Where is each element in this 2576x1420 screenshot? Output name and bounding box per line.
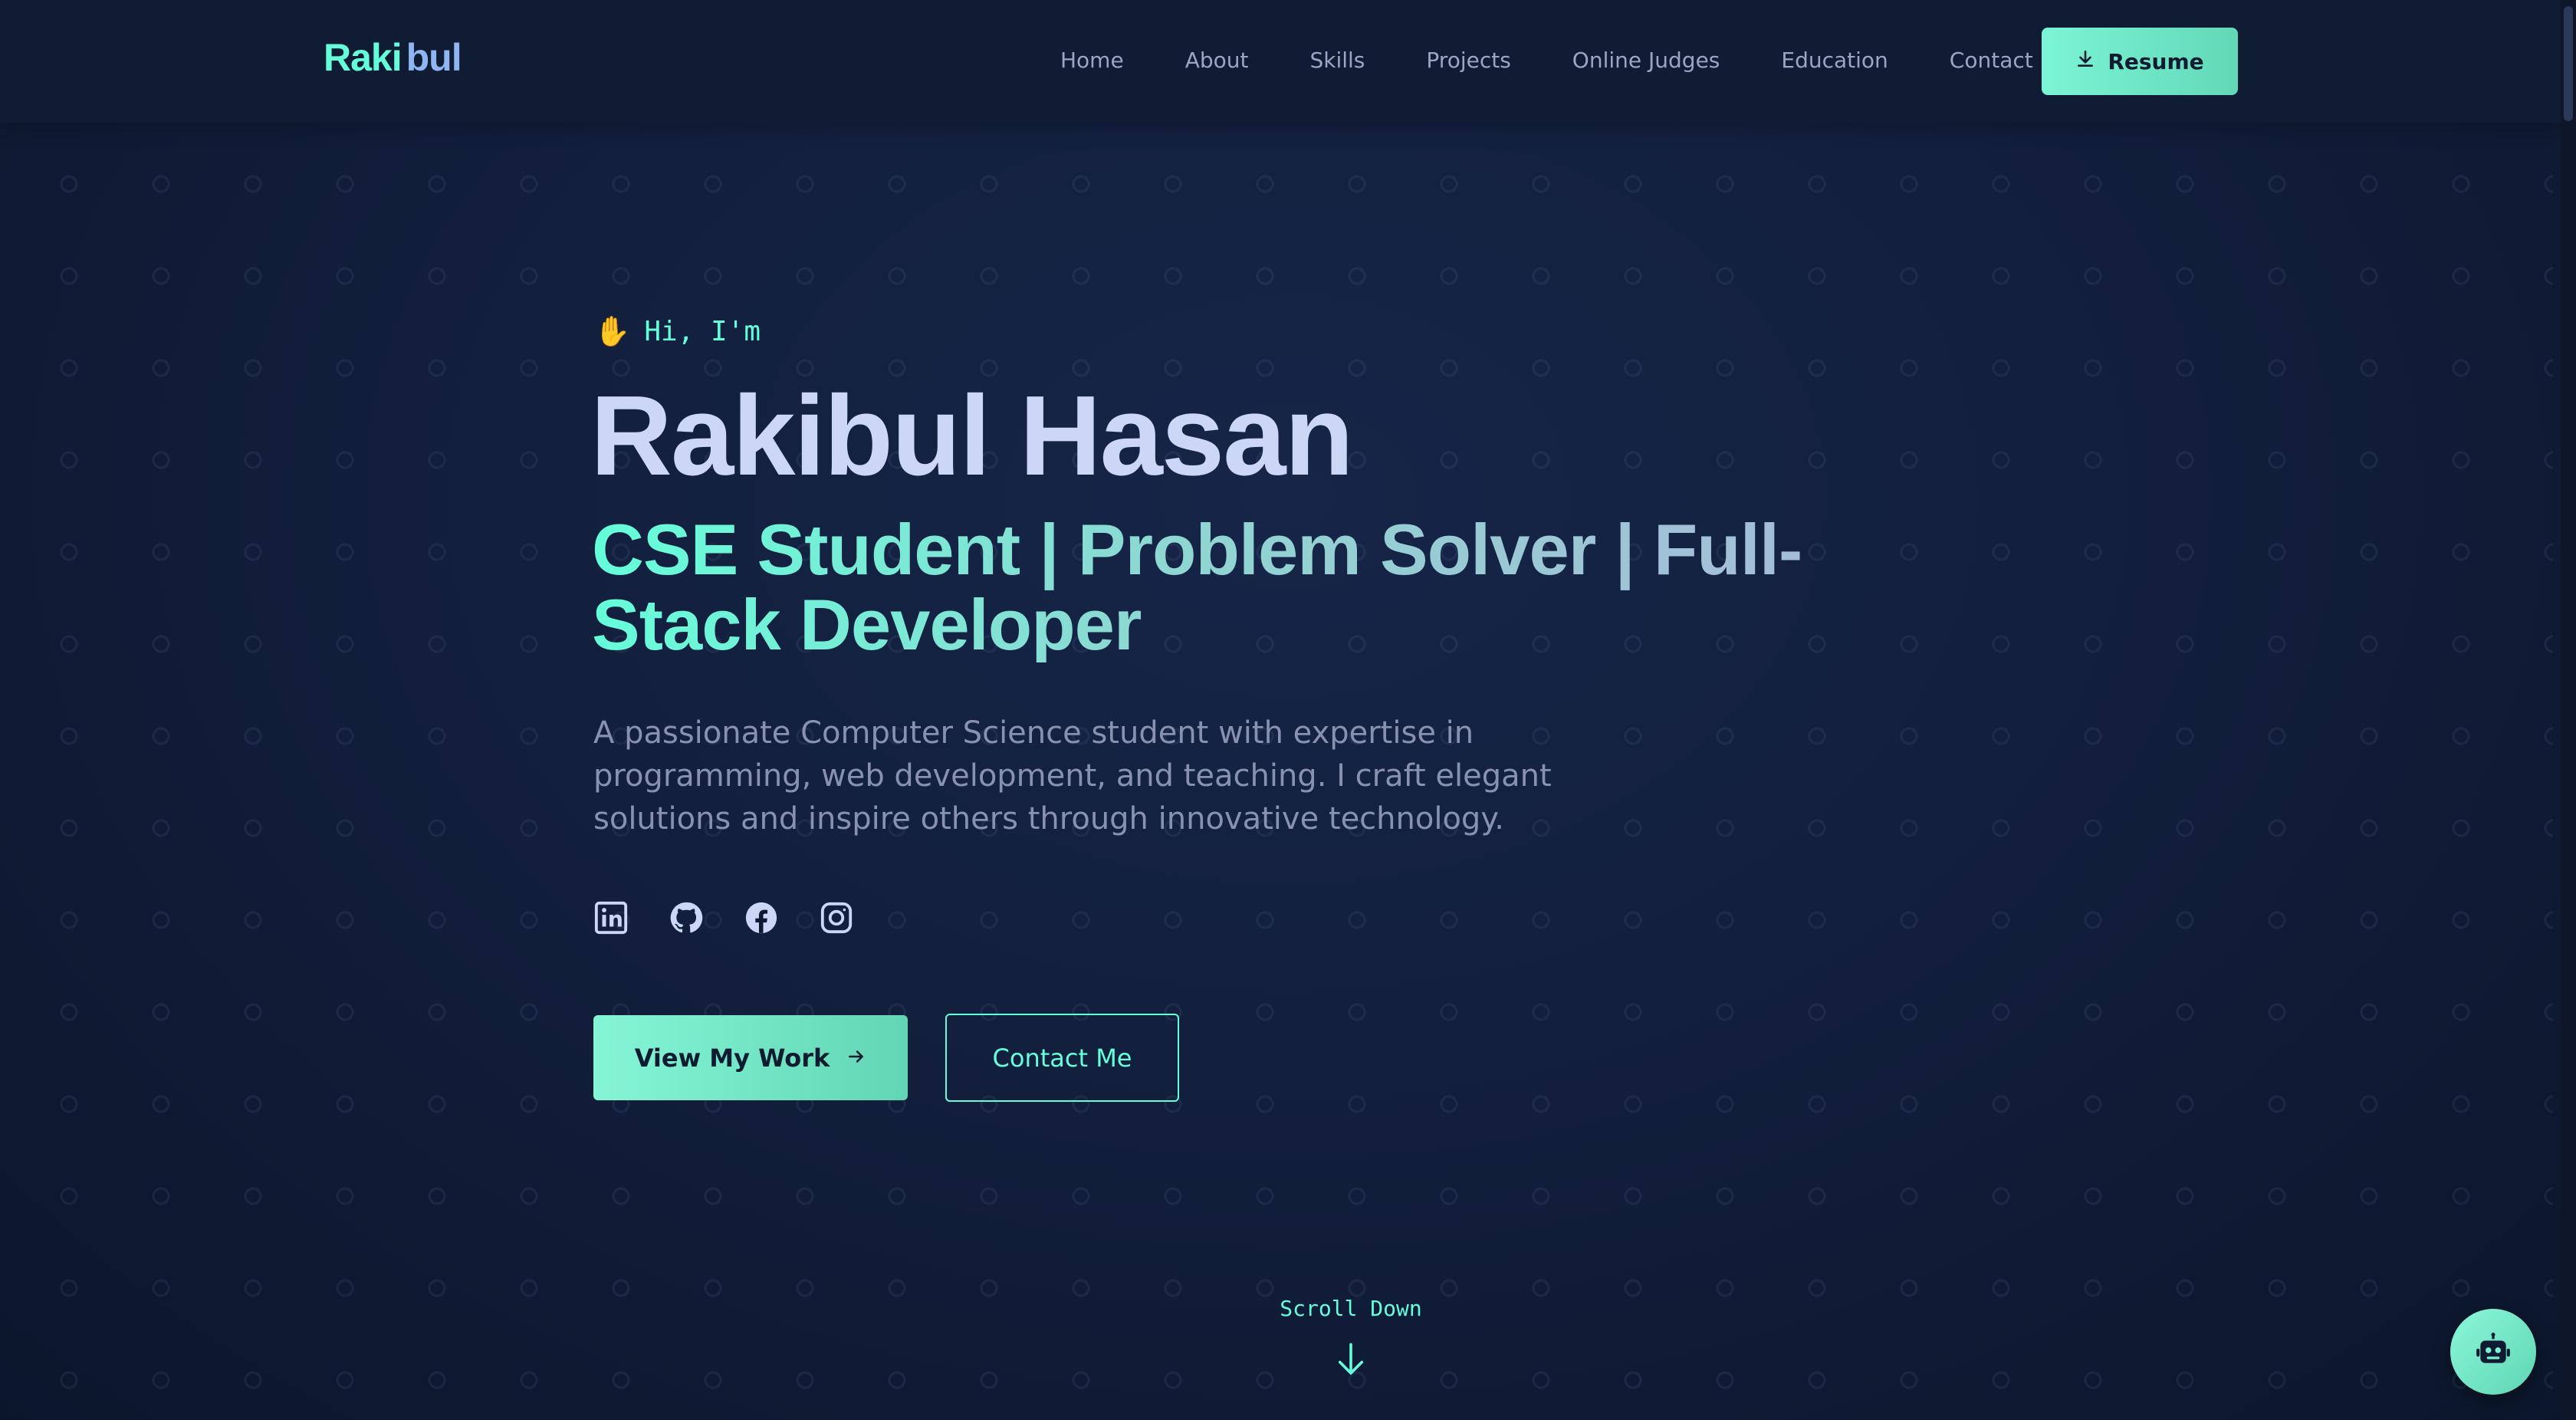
- github-icon[interactable]: [669, 900, 704, 935]
- nav-link-about[interactable]: About: [1185, 48, 1249, 73]
- nav-links: Home About Skills Projects Online Judges…: [1060, 48, 2033, 73]
- view-my-work-label: View My Work: [634, 1043, 830, 1073]
- contact-me-label: Contact Me: [992, 1043, 1132, 1073]
- robot-icon: [2474, 1331, 2512, 1372]
- hero-name: Rakibul Hasan: [590, 373, 1354, 499]
- greeting-text: Hi, I'm: [644, 316, 761, 347]
- nav-link-projects[interactable]: Projects: [1426, 48, 1510, 73]
- contact-me-button[interactable]: Contact Me: [945, 1014, 1179, 1102]
- page-scrollbar[interactable]: [2561, 0, 2576, 1420]
- chatbot-button[interactable]: [2450, 1309, 2536, 1395]
- scroll-down-label: Scroll Down: [1280, 1296, 1422, 1321]
- arrow-right-icon: [846, 1044, 866, 1073]
- nav-link-skills[interactable]: Skills: [1309, 48, 1365, 73]
- facebook-icon[interactable]: [744, 900, 779, 935]
- logo-part-2: bul: [406, 36, 462, 79]
- hero-greeting: ✋ Hi, I'm: [594, 314, 761, 349]
- social-links: [593, 900, 854, 935]
- waving-hand-icon: ✋: [594, 314, 631, 348]
- resume-button[interactable]: Resume: [2042, 28, 2238, 95]
- arrow-down-icon[interactable]: [1334, 1340, 1368, 1379]
- nav-link-contact[interactable]: Contact: [1950, 48, 2033, 73]
- hero-role: CSE Student | Problem Solver | Full- Sta…: [592, 512, 1895, 662]
- logo-part-1: Raki: [324, 36, 402, 79]
- role-line-2: Stack Developer: [592, 584, 1142, 665]
- scrollbar-thumb[interactable]: [2564, 6, 2573, 121]
- nav-link-home[interactable]: Home: [1060, 48, 1124, 73]
- navbar: Raki bul Home About Skills Projects Onlin…: [0, 0, 2561, 123]
- linkedin-icon[interactable]: [593, 900, 629, 935]
- hero-description: A passionate Computer Science student wi…: [593, 715, 1552, 837]
- resume-button-label: Resume: [2108, 48, 2204, 74]
- view-my-work-button[interactable]: View My Work: [593, 1015, 908, 1100]
- role-line-1: CSE Student | Problem Solver | Full-: [592, 509, 1802, 590]
- nav-link-education[interactable]: Education: [1781, 48, 1888, 73]
- instagram-icon[interactable]: [819, 900, 854, 935]
- logo[interactable]: Raki bul: [324, 35, 462, 80]
- download-icon: [2075, 49, 2095, 74]
- nav-link-online-judges[interactable]: Online Judges: [1572, 48, 1720, 73]
